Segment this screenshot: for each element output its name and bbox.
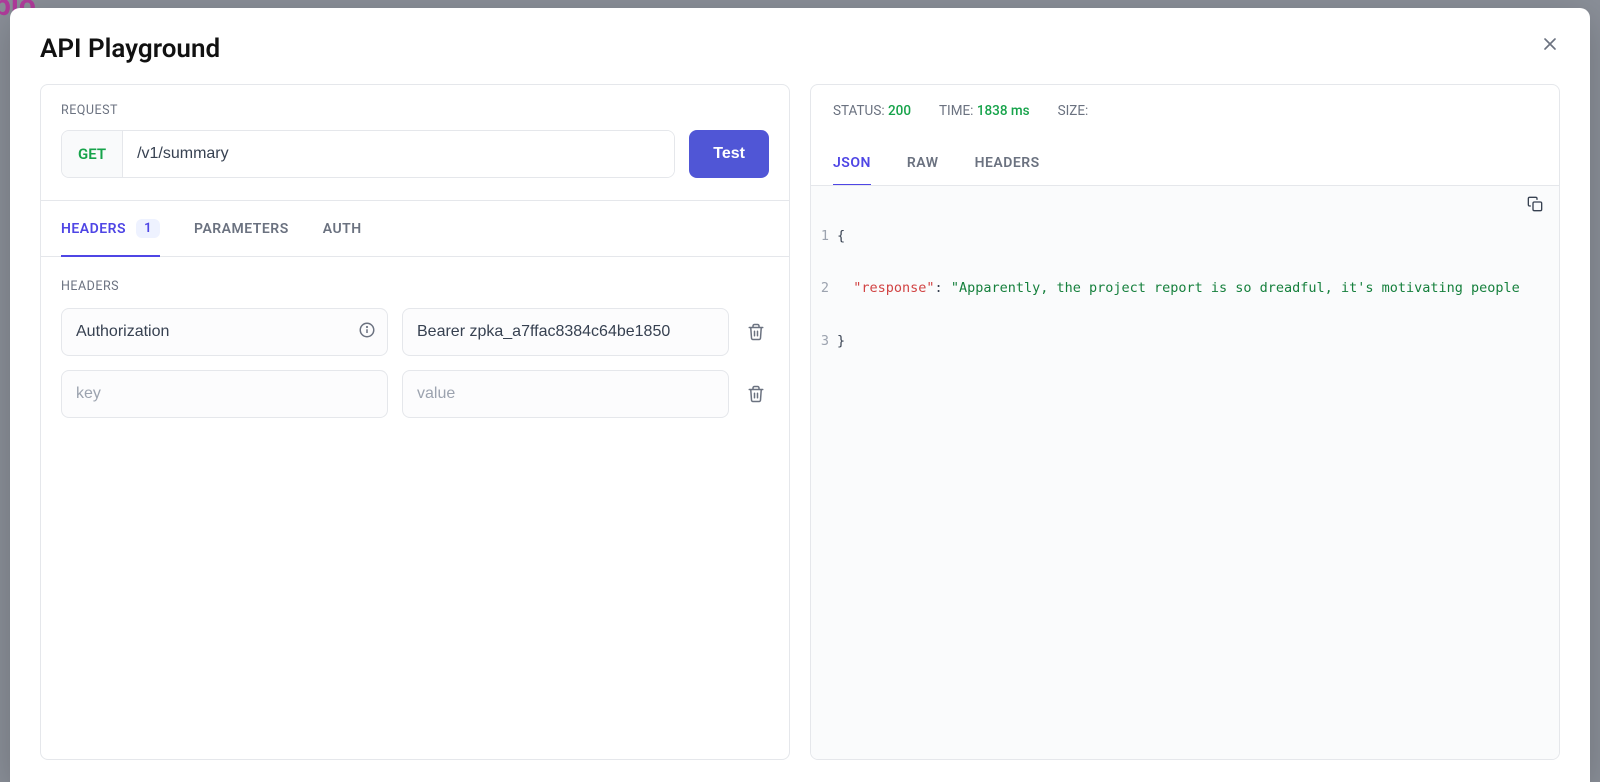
header-key-input-empty[interactable]: [61, 370, 388, 418]
size-label: SIZE:: [1058, 103, 1089, 119]
close-icon[interactable]: [1540, 34, 1560, 58]
modal-title: API Playground: [40, 34, 220, 64]
response-json[interactable]: 1{ 2 "response": "Apparently, the projec…: [811, 186, 1559, 391]
api-playground-modal: API Playground REQUEST GET Test: [10, 8, 1590, 782]
response-tab-headers[interactable]: HEADERS: [975, 141, 1040, 185]
header-value-input[interactable]: [402, 308, 729, 356]
request-label: REQUEST: [61, 103, 769, 118]
status-label: STATUS:: [833, 103, 885, 119]
headers-count-badge: 1: [136, 219, 160, 238]
copy-icon[interactable]: [1527, 196, 1543, 216]
status-value: 200: [888, 103, 911, 119]
request-pane: REQUEST GET Test HEADERS 1 PARAMETERS: [40, 84, 790, 760]
time-label: TIME:: [939, 103, 973, 119]
response-pane: STATUS: 200 TIME: 1838 ms SIZE: JSON RAW: [810, 84, 1560, 760]
status-block: STATUS: 200: [833, 103, 911, 119]
delete-header-button[interactable]: [743, 385, 769, 403]
header-value-input-empty[interactable]: [402, 370, 729, 418]
info-icon[interactable]: [358, 321, 376, 343]
header-row: [61, 308, 769, 356]
response-tab-json[interactable]: JSON: [833, 141, 871, 185]
response-tab-raw[interactable]: RAW: [907, 141, 939, 185]
http-method[interactable]: GET: [62, 131, 123, 177]
tab-auth[interactable]: AUTH: [323, 201, 362, 256]
delete-header-button[interactable]: [743, 323, 769, 341]
header-row-empty: [61, 370, 769, 418]
time-block: TIME: 1838 ms: [939, 103, 1030, 119]
header-key-input[interactable]: [61, 308, 388, 356]
tab-headers[interactable]: HEADERS 1: [61, 201, 160, 256]
size-block: SIZE:: [1058, 103, 1089, 119]
time-value: 1838 ms: [977, 103, 1030, 119]
headers-section-label: HEADERS: [61, 279, 769, 294]
tab-parameters[interactable]: PARAMETERS: [194, 201, 289, 256]
tab-headers-label: HEADERS: [61, 221, 126, 237]
url-input[interactable]: [123, 131, 674, 177]
test-button[interactable]: Test: [689, 130, 769, 178]
